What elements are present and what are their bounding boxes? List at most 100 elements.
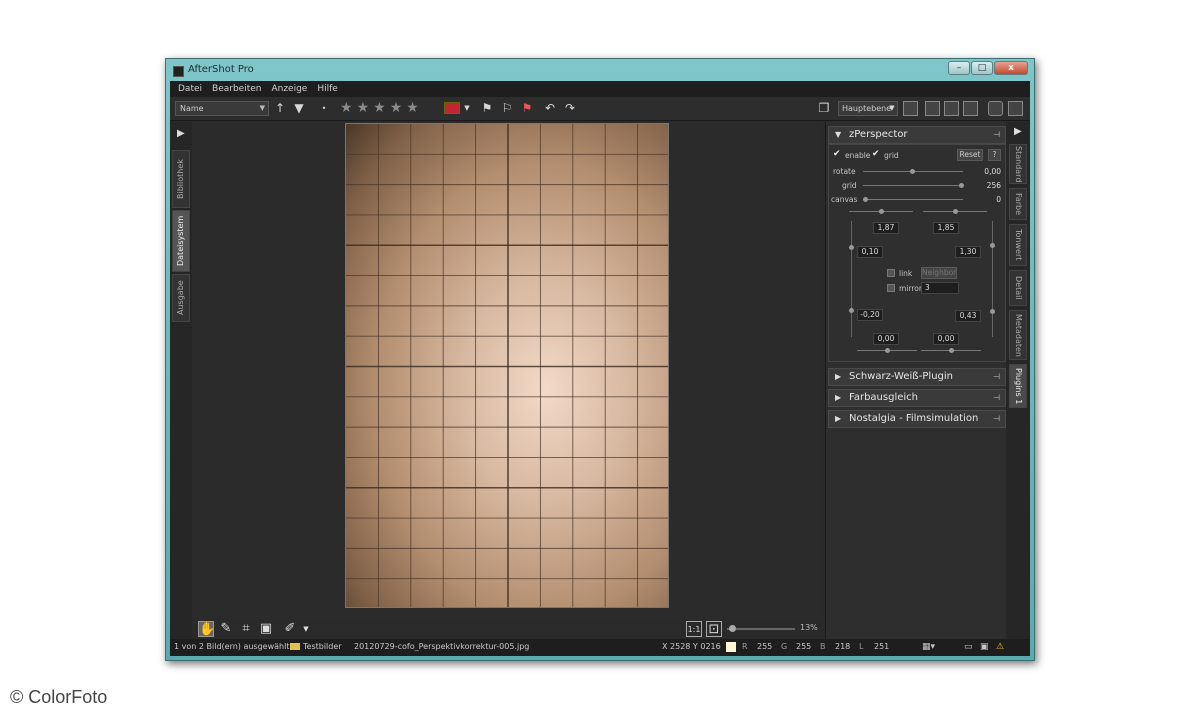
- flag-clear-icon[interactable]: ⚑: [520, 101, 534, 116]
- bottom-left-value[interactable]: 0,00: [873, 333, 899, 345]
- expand-left-icon[interactable]: ▶: [177, 128, 185, 139]
- menu-hilfe[interactable]: Hilfe: [317, 81, 337, 97]
- right-vertical-knob-lower[interactable]: [990, 309, 995, 314]
- r-value: 255: [757, 642, 773, 651]
- slideshow-icon[interactable]: [903, 101, 918, 116]
- canvas-slider[interactable]: [863, 199, 963, 200]
- reset-button[interactable]: Reset: [957, 149, 983, 161]
- warning-icon[interactable]: ⚠: [996, 642, 1004, 652]
- chevron-down-icon[interactable]: ▼: [298, 621, 314, 637]
- pin-icon[interactable]: ⊣: [993, 411, 1000, 427]
- menu-datei[interactable]: Datei: [178, 81, 202, 97]
- grid-checkbox[interactable]: ✔: [872, 149, 880, 159]
- mid-right-value[interactable]: 1,30: [955, 246, 981, 258]
- rotate-slider-knob[interactable]: [910, 169, 915, 174]
- low-right-value[interactable]: 0,43: [955, 310, 981, 322]
- folder-status[interactable]: Testbilder: [290, 642, 342, 651]
- bottom-left-knob[interactable]: [885, 348, 890, 353]
- menu-bearbeiten[interactable]: Bearbeiten: [212, 81, 261, 97]
- tab-farbe[interactable]: Farbe: [1009, 188, 1027, 220]
- enable-checkbox[interactable]: ✔: [833, 149, 841, 159]
- crop-icon[interactable]: ⌗: [238, 621, 254, 637]
- help-button[interactable]: ?: [988, 149, 1001, 161]
- panel-schwarz-weiss-header[interactable]: ▶ Schwarz-Weiß-Plugin ⊣: [828, 368, 1006, 386]
- filmstrip-view-icon[interactable]: [944, 101, 959, 116]
- tab-ausgabe[interactable]: Ausgabe: [172, 274, 190, 322]
- zoom-slider[interactable]: [727, 628, 795, 630]
- photo-preview[interactable]: [345, 123, 669, 608]
- sort-select[interactable]: Name ▼: [175, 101, 269, 116]
- sort-direction-icon[interactable]: ↑: [274, 101, 286, 116]
- clear-rating-icon[interactable]: •: [320, 101, 328, 116]
- left-vertical-knob-lower[interactable]: [849, 308, 854, 313]
- tab-bibliothek[interactable]: Bibliothek: [172, 150, 190, 208]
- single-view-icon[interactable]: [963, 101, 978, 116]
- panel-zperspector-header[interactable]: ▼ zPerspector ⊣: [828, 126, 1006, 144]
- left-vertical-knob-upper[interactable]: [849, 245, 854, 250]
- top-left-knob[interactable]: [879, 209, 884, 214]
- rotate-left-icon[interactable]: ↶: [542, 101, 558, 116]
- pin-icon[interactable]: ⊣: [993, 127, 1000, 143]
- panel-farbausgleich-header[interactable]: ▶ Farbausgleich ⊣: [828, 389, 1006, 407]
- tab-tonwert[interactable]: Tonwert: [1009, 224, 1027, 266]
- tab-detail[interactable]: Detail: [1009, 270, 1027, 306]
- top-left-value[interactable]: 1,87: [873, 222, 899, 234]
- chevron-down-icon[interactable]: ▼: [462, 101, 472, 116]
- top-right-value[interactable]: 1,85: [933, 222, 959, 234]
- mid-left-value[interactable]: 0,10: [857, 246, 883, 258]
- eyedropper-icon[interactable]: ✎: [218, 621, 234, 637]
- flag-icon[interactable]: ⚑: [480, 101, 494, 116]
- rotate-right-icon[interactable]: ↷: [562, 101, 578, 116]
- maximize-button[interactable]: □: [971, 61, 993, 75]
- panel-nostalgia-header[interactable]: ▶ Nostalgia - Filmsimulation ⊣: [828, 410, 1006, 428]
- save-icon[interactable]: ▣: [980, 642, 989, 652]
- link-checkbox[interactable]: [887, 269, 895, 277]
- layer-icon[interactable]: ❐: [816, 101, 832, 116]
- tab-dateisystem[interactable]: Dateisystem: [172, 210, 190, 272]
- flag-reject-icon[interactable]: ⚐: [500, 101, 514, 116]
- grid-slider[interactable]: [863, 185, 963, 186]
- settings-icon[interactable]: [988, 101, 1003, 116]
- star-icon[interactable]: ★: [340, 100, 353, 116]
- grid-view-icon[interactable]: [925, 101, 940, 116]
- page: AfterShot Pro – □ x Datei Bearbeiten Anz…: [0, 0, 1200, 720]
- pin-icon[interactable]: ⊣: [993, 369, 1000, 385]
- chevron-down-icon[interactable]: ▼: [888, 101, 896, 116]
- tab-standard[interactable]: Standard: [1009, 144, 1027, 184]
- low-left-value[interactable]: -0,20: [857, 309, 883, 321]
- minimize-button[interactable]: –: [948, 61, 970, 75]
- tab-metadaten[interactable]: Metadaten: [1009, 310, 1027, 360]
- star-icon[interactable]: ★: [390, 100, 403, 116]
- bottom-right-knob[interactable]: [949, 348, 954, 353]
- canvas-slider-knob[interactable]: [863, 197, 868, 202]
- star-icon[interactable]: ★: [406, 100, 419, 116]
- grid-slider-knob[interactable]: [959, 183, 964, 188]
- compare-icon[interactable]: ▭: [964, 642, 973, 652]
- bottom-right-value[interactable]: 0,00: [933, 333, 959, 345]
- color-label-swatch[interactable]: [444, 102, 460, 114]
- hand-tool-icon[interactable]: ✋: [198, 621, 215, 637]
- pin-icon[interactable]: ⊣: [993, 390, 1000, 406]
- right-vertical-slider[interactable]: [992, 221, 993, 337]
- view-mode-icon[interactable]: ▦▾: [922, 642, 935, 652]
- zoom-slider-knob[interactable]: [729, 625, 736, 632]
- left-vertical-slider[interactable]: [851, 221, 852, 337]
- zoom-fit-icon[interactable]: ⊡: [706, 621, 722, 637]
- mirror-stepper[interactable]: 3: [921, 282, 959, 294]
- right-vertical-knob-upper[interactable]: [990, 243, 995, 248]
- mirror-checkbox[interactable]: [887, 284, 895, 292]
- close-button[interactable]: x: [994, 61, 1028, 75]
- zoom-1to1-icon[interactable]: 1:1: [686, 621, 702, 637]
- star-icon[interactable]: ★: [357, 100, 370, 116]
- tab-plugins[interactable]: Plugins 1: [1009, 364, 1027, 408]
- menu-anzeige[interactable]: Anzeige: [271, 81, 307, 97]
- star-icon[interactable]: ★: [373, 100, 386, 116]
- neighbor-button[interactable]: Neighbor: [921, 267, 957, 279]
- image-canvas[interactable]: [192, 122, 822, 620]
- expand-right-icon[interactable]: ▶: [1014, 126, 1022, 137]
- fullscreen-icon[interactable]: [1008, 101, 1023, 116]
- top-right-knob[interactable]: [953, 209, 958, 214]
- filter-icon[interactable]: ▼: [292, 101, 306, 116]
- straighten-icon[interactable]: ▣: [258, 621, 274, 637]
- brush-icon[interactable]: ✐: [282, 621, 298, 637]
